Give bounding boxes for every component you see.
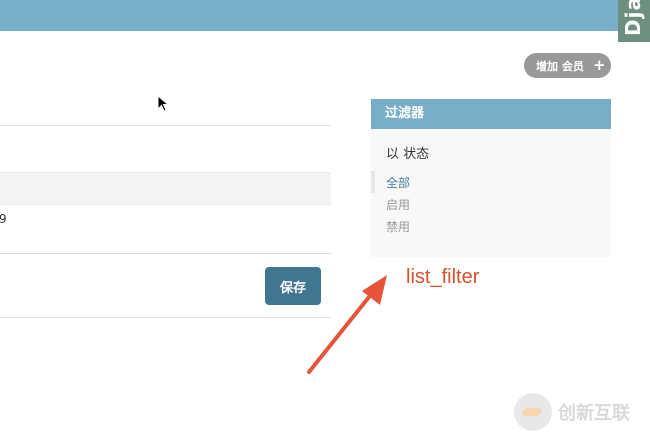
filter-option-enabled[interactable]: 启用 bbox=[386, 196, 410, 213]
form-divider bbox=[0, 253, 331, 254]
filter-option-all[interactable]: 全部 bbox=[386, 174, 410, 191]
top-header-bar bbox=[0, 0, 650, 31]
add-member-label: 增加 会员 bbox=[536, 59, 584, 73]
save-button[interactable]: 保存 bbox=[265, 267, 321, 305]
filter-panel: 过滤器 以 状态 全部 启用 禁用 bbox=[371, 99, 611, 257]
submit-row-divider bbox=[0, 317, 331, 318]
plus-icon: + bbox=[593, 56, 606, 74]
add-member-button[interactable]: 增加 会员 + bbox=[524, 53, 611, 78]
side-tab-label: Djan bbox=[621, 0, 645, 36]
selected-filter-marker bbox=[371, 171, 375, 193]
filter-by-status-label: 以 状态 bbox=[386, 147, 430, 162]
watermark: 创新互联 bbox=[514, 392, 650, 432]
mouse-cursor-icon bbox=[157, 95, 169, 112]
side-tab[interactable]: Djan bbox=[618, 0, 650, 42]
watermark-logo-icon bbox=[514, 393, 552, 431]
watermark-text: 创新互联 bbox=[558, 403, 630, 424]
filter-title: 过滤器 bbox=[371, 99, 611, 129]
table-divider bbox=[0, 125, 331, 126]
table-header-row bbox=[0, 172, 331, 205]
list-filter-annotation: list_filter bbox=[406, 266, 480, 288]
table-cell: 9 bbox=[0, 212, 7, 226]
filter-option-disabled[interactable]: 禁用 bbox=[386, 218, 410, 235]
